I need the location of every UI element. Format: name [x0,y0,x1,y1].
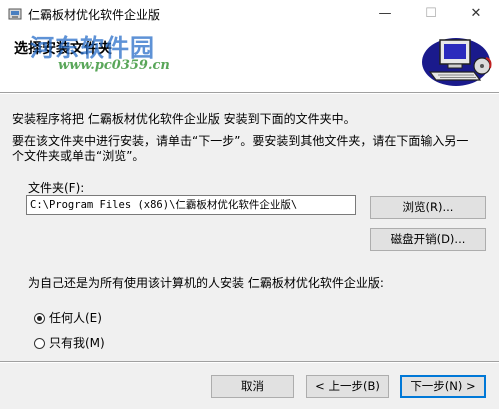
folder-path-input[interactable]: C:\Program Files (x86)\仁霸板材优化软件企业版\ [26,195,356,215]
radio-everyone-label: 任何人(E) [49,311,102,325]
instruction-line-2: 个文件夹或单击“浏览”。 [12,149,145,163]
title-bar: 仁霸板材优化软件企业版 — ☐ ✕ [0,0,499,28]
browse-button[interactable]: 浏览(R)... [370,196,486,219]
header-divider [0,92,499,94]
radio-just-me[interactable]: 只有我(M) [34,334,105,351]
next-button[interactable]: 下一步(N) > [400,375,486,398]
disk-cost-button[interactable]: 磁盘开销(D)... [370,228,486,251]
cancel-button[interactable]: 取消 [211,375,294,398]
header-banner: 选择安装文件夹 河东软件园 www.pc0359.cn [0,28,499,92]
back-button[interactable]: < 上一步(B) [306,375,389,398]
radio-everyone[interactable]: 任何人(E) [34,309,102,326]
radio-unselected-icon[interactable] [34,338,45,349]
window-title: 仁霸板材优化软件企业版 [28,8,161,22]
installer-window: 仁霸板材优化软件企业版 — ☐ ✕ 选择安装文件夹 河东软件园 www.pc03… [0,0,499,409]
watermark-url: www.pc0359.cn [58,58,170,73]
minimize-button[interactable]: — [362,0,408,28]
install-scope-question: 为自己还是为所有使用该计算机的人安装 仁霸板材优化软件企业版: [28,276,384,290]
maximize-button[interactable]: ☐ [408,0,454,28]
footer-divider [0,361,499,363]
install-description: 安装程序将把 仁霸板材优化软件企业版 安装到下面的文件夹中。 [12,112,356,126]
computer-setup-icon [422,38,492,86]
app-icon [8,8,22,20]
radio-selected-icon[interactable] [34,313,45,324]
folder-label: 文件夹(F): [28,181,85,195]
close-button[interactable]: ✕ [453,0,499,28]
radio-just-me-label: 只有我(M) [49,336,105,350]
